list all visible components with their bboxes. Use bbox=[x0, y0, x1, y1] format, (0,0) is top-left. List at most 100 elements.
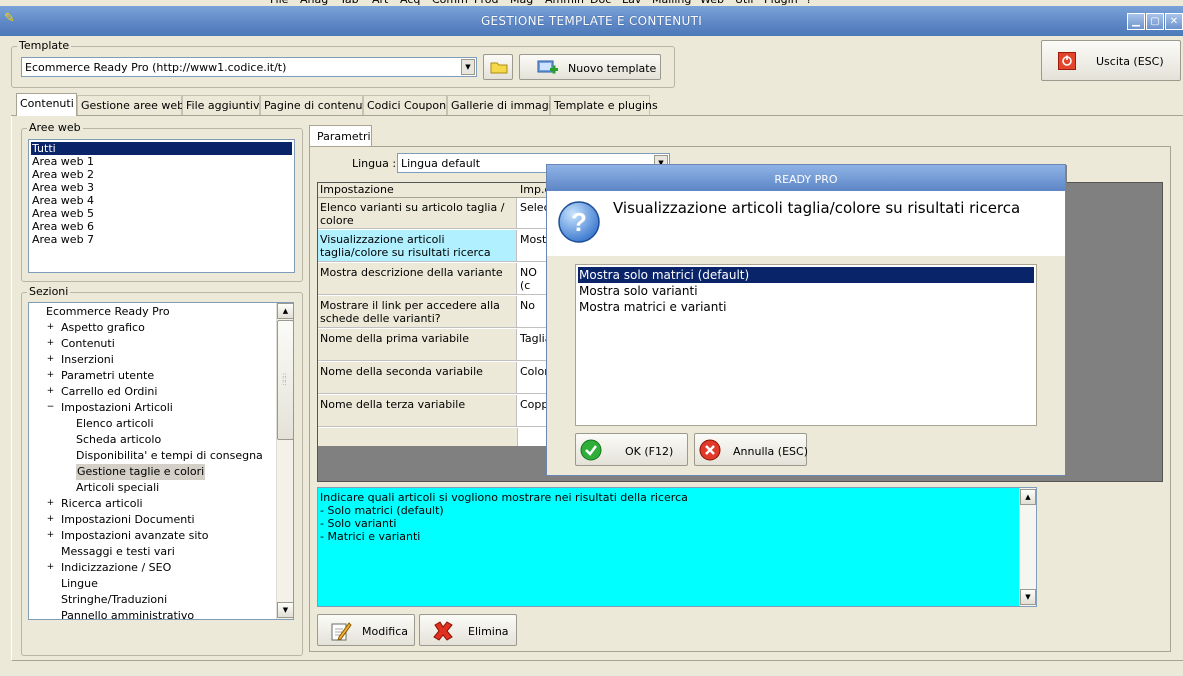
area-web-item[interactable]: Area web 2 bbox=[31, 168, 292, 181]
grid-cell-setting[interactable]: Nome della terza variabile bbox=[318, 395, 517, 427]
tree-item[interactable]: Gestione taglie e colori bbox=[76, 464, 206, 480]
dialog-options-list[interactable]: Mostra solo matrici (default) Mostra solo… bbox=[575, 264, 1037, 426]
grid-cell-setting[interactable]: Mostra descrizione della variante bbox=[318, 263, 517, 295]
tree-expander-icon[interactable]: + bbox=[46, 371, 55, 380]
sezioni-scrollbar[interactable]: ▲ :::::: ▼ bbox=[276, 303, 293, 619]
tree-item-label: Articoli speciali bbox=[76, 481, 160, 494]
tree-expander-icon[interactable]: + bbox=[46, 355, 55, 364]
tree-item[interactable]: Articoli speciali bbox=[76, 480, 159, 496]
area-web-item[interactable]: Area web 6 bbox=[31, 220, 292, 233]
area-web-item[interactable]: Area web 7 bbox=[31, 233, 292, 246]
tree-item[interactable]: + Inserzioni bbox=[47, 352, 114, 368]
grid-cell-setting[interactable]: Visualizzazione articoli taglia/colore s… bbox=[318, 230, 517, 262]
tree-item[interactable]: + Parametri utente bbox=[47, 368, 154, 384]
tree-expander-icon[interactable]: − bbox=[46, 403, 55, 412]
grid-cell-value[interactable]: NO (c bbox=[517, 263, 548, 295]
description-scrollbar[interactable]: ▲ ▼ bbox=[1019, 488, 1036, 606]
tree-expander-icon[interactable]: + bbox=[46, 515, 55, 524]
tree-item[interactable]: + Contenuti bbox=[47, 336, 115, 352]
tab-template-e-plugins[interactable]: Template e plugins bbox=[550, 95, 658, 115]
window-title: GESTIONE TEMPLATE E CONTENUTI bbox=[480, 14, 703, 28]
modify-button[interactable]: Modifica bbox=[317, 614, 415, 646]
maximize-button[interactable]: ▢ bbox=[1146, 13, 1164, 30]
tree-item[interactable]: + Indicizzazione / SEO bbox=[47, 560, 172, 576]
close-button[interactable]: ✕ bbox=[1165, 13, 1183, 30]
scroll-down-button[interactable]: ▼ bbox=[277, 602, 293, 618]
aree-web-list[interactable]: Tutti Area web 1 Area web 2 Area web 3 Area … bbox=[28, 139, 295, 273]
tab-gallerie-di-immagini[interactable]: Gallerie di immagini bbox=[447, 95, 562, 115]
tree-item[interactable]: Messaggi e testi vari bbox=[61, 544, 175, 560]
grid-cell-value[interactable]: No bbox=[517, 296, 548, 328]
tree-item[interactable]: + Ricerca articoli bbox=[47, 496, 143, 512]
grid-cell-value[interactable]: Selec bbox=[517, 198, 548, 229]
tree-expander-icon[interactable]: + bbox=[46, 323, 55, 332]
check-icon bbox=[580, 439, 602, 461]
grid-cell-value[interactable]: Color bbox=[517, 362, 548, 394]
new-template-icon bbox=[537, 60, 558, 74]
tree-item-label: Inserzioni bbox=[61, 353, 114, 366]
tree-item[interactable]: Elenco articoli bbox=[76, 416, 154, 432]
exit-label: Uscita (ESC) bbox=[1096, 55, 1164, 68]
tree-item-label: Impostazioni Documenti bbox=[61, 513, 195, 526]
scroll-up-button[interactable]: ▲ bbox=[1020, 489, 1036, 505]
description-box[interactable]: Indicare quali articoli si vogliono most… bbox=[317, 487, 1037, 607]
area-web-item[interactable]: Tutti bbox=[31, 142, 292, 155]
tree-item[interactable]: Lingue bbox=[61, 576, 98, 592]
grid-cell-setting[interactable]: Elenco varianti su articolo taglia / col… bbox=[318, 198, 517, 229]
tree-expander-icon[interactable]: + bbox=[46, 531, 55, 540]
description-line: Indicare quali articoli si vogliono most… bbox=[320, 491, 688, 504]
tree-item[interactable]: + Impostazioni avanzate sito bbox=[47, 528, 209, 544]
grid-cell-value[interactable]: Copp bbox=[517, 395, 548, 427]
tree-item-label: Disponibilita' e tempi di consegna bbox=[76, 449, 263, 462]
sezioni-tree[interactable]: Ecommerce Ready Pro + Aspetto grafico + Cont… bbox=[28, 302, 294, 620]
open-folder-button[interactable] bbox=[483, 54, 513, 80]
tree-root[interactable]: Ecommerce Ready Pro bbox=[46, 304, 170, 320]
tab-gestione-aree-web[interactable]: Gestione aree web bbox=[77, 95, 184, 115]
tree-item[interactable]: − Impostazioni Articoli bbox=[47, 400, 173, 416]
minimize-button[interactable]: ▁ bbox=[1127, 13, 1145, 30]
tree-expander-icon[interactable]: + bbox=[46, 339, 55, 348]
description-line: - Solo matrici (default) bbox=[320, 504, 444, 517]
grid-cell-value[interactable]: Taglia bbox=[517, 329, 548, 361]
cancel-button[interactable]: Annulla (ESC) bbox=[694, 433, 808, 466]
tree-expander-icon[interactable]: + bbox=[46, 563, 55, 572]
tree-item[interactable]: Disponibilita' e tempi di consegna bbox=[76, 448, 263, 464]
area-web-item[interactable]: Area web 1 bbox=[31, 155, 292, 168]
template-select[interactable]: Ecommerce Ready Pro (http://www1.codice.… bbox=[21, 57, 477, 77]
tree-item-label: Aspetto grafico bbox=[61, 321, 145, 334]
chevron-down-icon[interactable]: ▼ bbox=[461, 59, 475, 75]
tree-item[interactable]: + Carrello ed Ordini bbox=[47, 384, 158, 400]
grid-cell-value[interactable]: Mostr bbox=[517, 230, 548, 262]
tree-item-label: Impostazioni avanzate sito bbox=[61, 529, 209, 542]
tree-item[interactable]: Pannello amministrativo bbox=[61, 608, 194, 619]
tab-contenuti[interactable]: Contenuti bbox=[16, 93, 77, 116]
tree-item[interactable]: Scheda articolo bbox=[76, 432, 161, 448]
grid-header-setting: Impostazione bbox=[318, 183, 519, 198]
tab-codici-coupon[interactable]: Codici Coupon bbox=[363, 95, 447, 115]
area-web-item[interactable]: Area web 5 bbox=[31, 207, 292, 220]
tree-item[interactable]: + Aspetto grafico bbox=[47, 320, 145, 336]
area-web-item[interactable]: Area web 4 bbox=[31, 194, 292, 207]
tree-item[interactable]: Stringhe/Traduzioni bbox=[61, 592, 167, 608]
area-web-item[interactable]: Area web 3 bbox=[31, 181, 292, 194]
tab-pagine-di-contenuti[interactable]: Pagine di contenuti bbox=[260, 95, 370, 115]
grid-cell-setting[interactable]: Nome della prima variabile bbox=[318, 329, 517, 361]
tab-file-aggiuntivi[interactable]: File aggiuntivi bbox=[182, 95, 263, 115]
dialog-option[interactable]: Mostra solo varianti bbox=[578, 283, 1034, 299]
exit-button[interactable]: Uscita (ESC) bbox=[1041, 40, 1181, 81]
grid-cell-setting[interactable]: Nome della seconda variabile bbox=[318, 362, 517, 394]
ok-button[interactable]: OK (F12) bbox=[575, 433, 688, 466]
scroll-down-button[interactable]: ▼ bbox=[1020, 589, 1036, 605]
delete-button[interactable]: Elimina bbox=[419, 614, 517, 646]
tree-expander-icon[interactable]: + bbox=[46, 499, 55, 508]
dialog-option[interactable]: Mostra solo matrici (default) bbox=[578, 267, 1034, 283]
new-template-button[interactable]: Nuovo template bbox=[519, 54, 661, 80]
grid-cell-setting[interactable]: Mostrare il link per accedere alla sched… bbox=[318, 296, 517, 328]
tab-parametri[interactable]: Parametri bbox=[309, 125, 372, 147]
scroll-up-button[interactable]: ▲ bbox=[277, 303, 293, 319]
tree-item[interactable]: + Impostazioni Documenti bbox=[47, 512, 195, 528]
dialog-option[interactable]: Mostra matrici e varianti bbox=[578, 299, 1034, 315]
settings-grid[interactable]: Impostazione Imp.c Elenco varianti su arti… bbox=[318, 183, 550, 446]
scroll-thumb[interactable]: :::::: bbox=[277, 320, 293, 440]
tree-expander-icon[interactable]: + bbox=[46, 387, 55, 396]
